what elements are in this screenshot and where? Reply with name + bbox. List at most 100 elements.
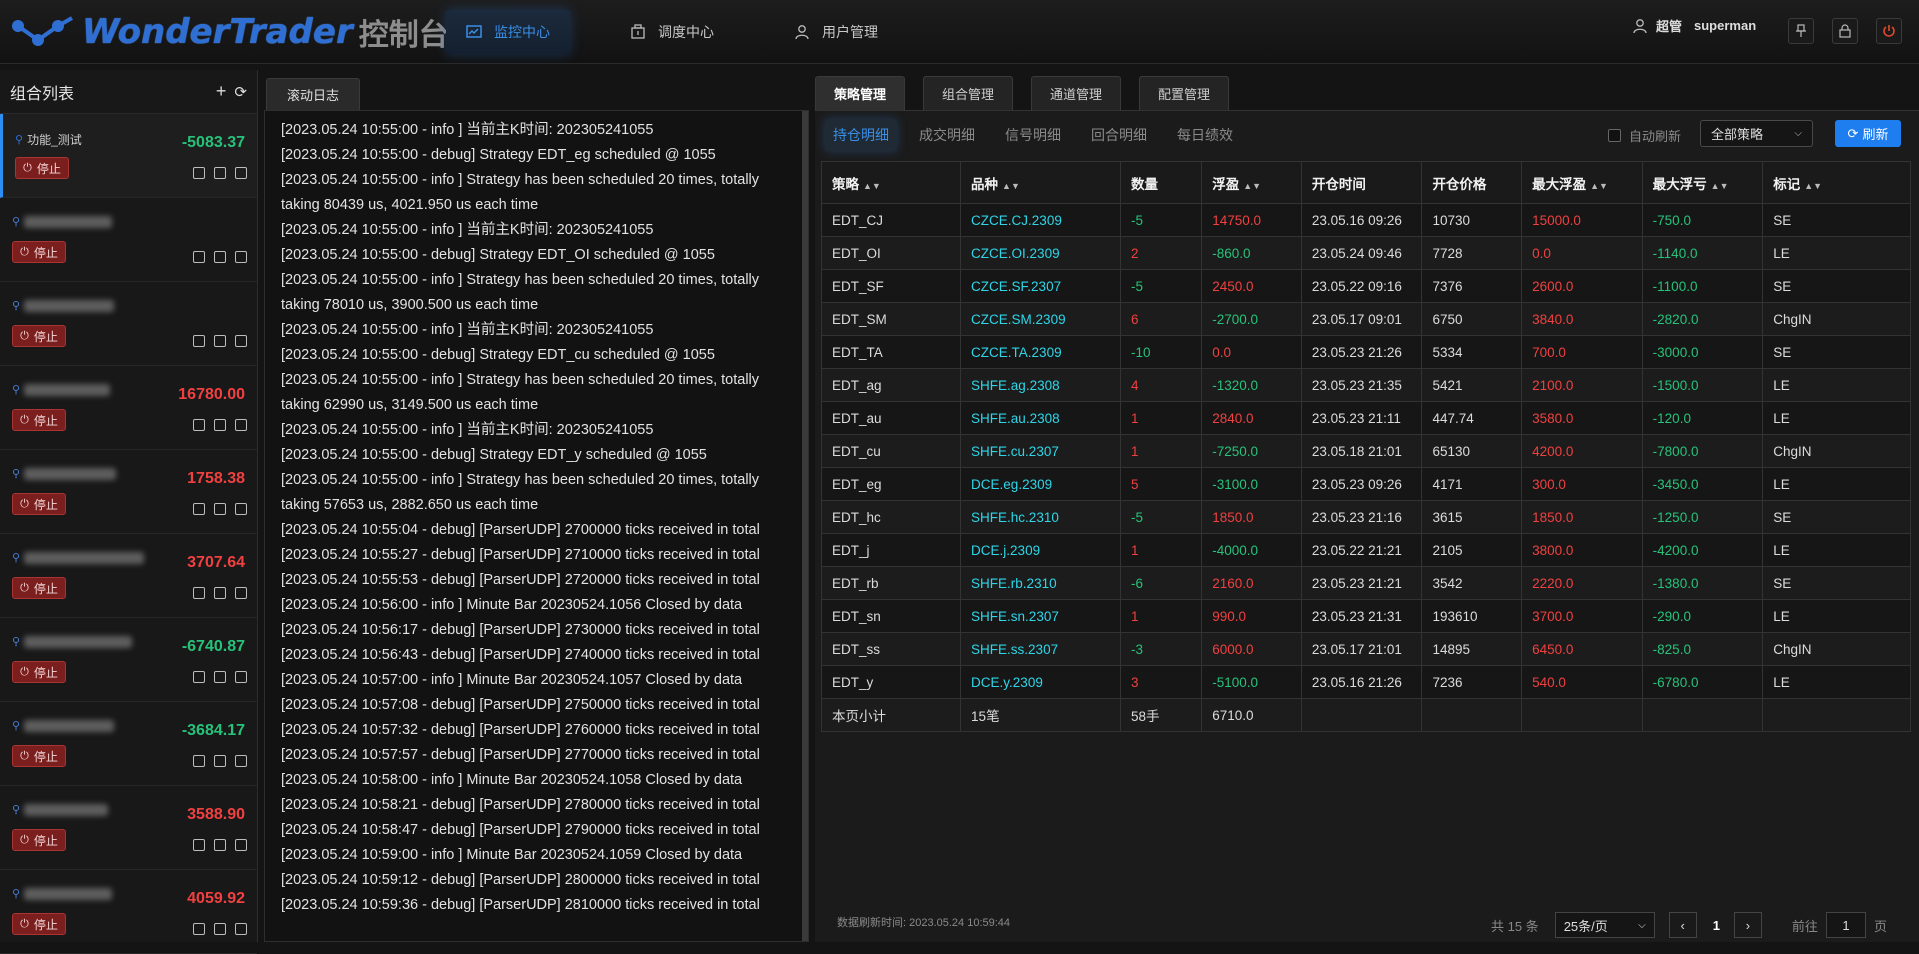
sort-icon[interactable]: ▲▼ — [1590, 181, 1608, 191]
stop-button[interactable]: ⏻ 停止 — [12, 493, 66, 515]
group-item[interactable]: ⚲ -3684.17 ⏻ 停止 — [0, 702, 257, 786]
auto-refresh-checkbox[interactable] — [1608, 129, 1621, 142]
user-info[interactable]: 超管 superman — [1632, 16, 1756, 35]
nav-users[interactable]: 用户管理 — [774, 10, 898, 54]
subtab-rounds[interactable]: 回合明细 — [1083, 119, 1155, 151]
table-row[interactable]: EDT_ag SHFE.ag.2308 4 -1320.0 23.05.23 21:35… — [820, 368, 1911, 402]
pin-button[interactable] — [1788, 18, 1814, 44]
table-row[interactable]: EDT_au SHFE.au.2308 1 2840.0 23.05.23 21:11 4… — [820, 401, 1911, 435]
subtab-positions[interactable]: 持仓明细 — [825, 119, 897, 151]
group-item[interactable]: ⚲ -6740.87 ⏻ 停止 — [0, 618, 257, 702]
column-header[interactable]: 标记 ▲▼ — [1762, 161, 1911, 204]
column-header[interactable]: 策略 ▲▼ — [820, 161, 962, 204]
table-row[interactable]: EDT_eg DCE.eg.2309 5 -3100.0 23.05.23 09:26 4… — [820, 467, 1911, 501]
table-row[interactable]: EDT_hc SHFE.hc.2310 -5 1850.0 23.05.23 21:16… — [820, 500, 1911, 534]
sort-icon[interactable]: ▲▼ — [1243, 181, 1261, 191]
delete-icon[interactable] — [235, 755, 247, 767]
stop-button[interactable]: ⏻ 停止 — [12, 913, 66, 935]
edit-icon[interactable] — [214, 419, 226, 431]
subtab-signals[interactable]: 信号明细 — [997, 119, 1069, 151]
table-row[interactable]: EDT_SM CZCE.SM.2309 6 -2700.0 23.05.17 09:01… — [820, 302, 1911, 336]
current-page[interactable]: 1 — [1713, 918, 1720, 933]
sort-icon[interactable]: ▲▼ — [1711, 181, 1729, 191]
group-item[interactable]: ⚲ 16780.00 ⏻ 停止 — [0, 366, 257, 450]
group-item[interactable]: ⚲ 4059.92 ⏻ 停止 — [0, 870, 257, 954]
delete-icon[interactable] — [235, 671, 247, 683]
edit-icon[interactable] — [214, 251, 226, 263]
lock-button[interactable] — [1832, 18, 1858, 44]
save-icon[interactable] — [193, 251, 205, 263]
nav-monitor[interactable]: 监控中心 — [446, 10, 570, 54]
edit-icon[interactable] — [214, 167, 226, 179]
edit-icon[interactable] — [214, 587, 226, 599]
delete-icon[interactable] — [235, 923, 247, 935]
edit-icon[interactable] — [214, 755, 226, 767]
column-header[interactable]: 最大浮盈 ▲▼ — [1521, 161, 1643, 204]
group-item[interactable]: ⚲ 3707.64 ⏻ 停止 — [0, 534, 257, 618]
delete-icon[interactable] — [235, 251, 247, 263]
table-row[interactable]: EDT_OI CZCE.OI.2309 2 -860.0 23.05.24 09:46 7… — [820, 236, 1911, 270]
tab-strategy-mgmt[interactable]: 策略管理 — [815, 76, 906, 110]
group-item[interactable]: ⚲ 功能_测试 -5083.37 ⏻ 停止 — [0, 114, 257, 198]
table-row[interactable]: EDT_sn SHFE.sn.2307 1 990.0 23.05.23 21:31 19… — [820, 599, 1911, 633]
edit-icon[interactable] — [214, 671, 226, 683]
sort-icon[interactable]: ▲▼ — [863, 181, 881, 191]
table-row[interactable]: EDT_j DCE.j.2309 1 -4000.0 23.05.22 21:21 210… — [820, 533, 1911, 567]
subtab-daily-performance[interactable]: 每日绩效 — [1169, 119, 1241, 151]
stop-button[interactable]: ⏻ 停止 — [12, 409, 66, 431]
group-item[interactable]: ⚲ 1758.38 ⏻ 停止 — [0, 450, 257, 534]
save-icon[interactable] — [193, 167, 205, 179]
stop-button[interactable]: ⏻ 停止 — [12, 241, 66, 263]
goto-page-input[interactable]: 1 — [1825, 912, 1866, 938]
table-row[interactable]: EDT_TA CZCE.TA.2309 -10 0.0 23.05.23 21:26 53… — [820, 335, 1911, 369]
table-row[interactable]: EDT_CJ CZCE.CJ.2309 -5 14750.0 23.05.16 09:2… — [820, 203, 1911, 237]
delete-icon[interactable] — [235, 167, 247, 179]
save-icon[interactable] — [193, 587, 205, 599]
column-header[interactable]: 浮盈 ▲▼ — [1201, 161, 1302, 204]
save-icon[interactable] — [193, 419, 205, 431]
prev-page-button[interactable]: ‹ — [1668, 912, 1697, 938]
stop-button[interactable]: ⏻ 停止 — [12, 829, 66, 851]
tab-channel-mgmt[interactable]: 通道管理 — [1031, 76, 1122, 110]
save-icon[interactable] — [193, 839, 205, 851]
group-item[interactable]: ⚲ ⏻ 停止 — [0, 282, 257, 366]
table-row[interactable]: EDT_y DCE.y.2309 3 -5100.0 23.05.16 21:26 723… — [820, 665, 1911, 699]
auto-refresh-toggle[interactable]: 自动刷新 — [1608, 126, 1681, 145]
stop-button[interactable]: ⏻ 停止 — [12, 577, 66, 599]
stop-button[interactable]: ⏻ 停止 — [12, 745, 66, 767]
strategy-select[interactable]: 全部策略 ⌵ — [1700, 120, 1813, 147]
page-size-select[interactable]: 25条/页 ⌵ — [1554, 912, 1655, 938]
refresh-button[interactable]: ⟳ 刷新 — [1835, 120, 1901, 147]
table-row[interactable]: EDT_rb SHFE.rb.2310 -6 2160.0 23.05.23 21:21… — [820, 566, 1911, 600]
add-icon[interactable]: + — [216, 81, 227, 102]
log-scrollbar[interactable] — [802, 111, 808, 941]
save-icon[interactable] — [193, 755, 205, 767]
save-icon[interactable] — [193, 923, 205, 935]
refresh-icon[interactable]: ⟳ — [234, 83, 247, 101]
table-row[interactable]: EDT_SF CZCE.SF.2307 -5 2450.0 23.05.22 09:16… — [820, 269, 1911, 303]
table-row[interactable]: EDT_cu SHFE.cu.2307 1 -7250.0 23.05.18 21:01… — [820, 434, 1911, 468]
sort-icon[interactable]: ▲▼ — [1002, 181, 1020, 191]
sort-icon[interactable]: ▲▼ — [1804, 181, 1822, 191]
save-icon[interactable] — [193, 335, 205, 347]
edit-icon[interactable] — [214, 503, 226, 515]
delete-icon[interactable] — [235, 587, 247, 599]
next-page-button[interactable]: › — [1733, 912, 1762, 938]
stop-button[interactable]: ⏻ 停止 — [15, 157, 69, 179]
subtab-trades[interactable]: 成交明细 — [911, 119, 983, 151]
column-header[interactable]: 最大浮亏 ▲▼ — [1641, 161, 1764, 204]
stop-button[interactable]: ⏻ 停止 — [12, 661, 66, 683]
delete-icon[interactable] — [235, 503, 247, 515]
group-item[interactable]: ⚲ ⏻ 停止 — [0, 198, 257, 282]
tab-config-mgmt[interactable]: 配置管理 — [1139, 76, 1230, 110]
delete-icon[interactable] — [235, 839, 247, 851]
tab-portfolio-mgmt[interactable]: 组合管理 — [923, 76, 1014, 110]
logout-button[interactable] — [1876, 18, 1902, 44]
delete-icon[interactable] — [235, 335, 247, 347]
save-icon[interactable] — [193, 671, 205, 683]
nav-schedule[interactable]: 调度中心 — [610, 10, 734, 54]
save-icon[interactable] — [193, 503, 205, 515]
column-header[interactable]: 品种 ▲▼ — [960, 161, 1121, 204]
edit-icon[interactable] — [214, 839, 226, 851]
edit-icon[interactable] — [214, 335, 226, 347]
